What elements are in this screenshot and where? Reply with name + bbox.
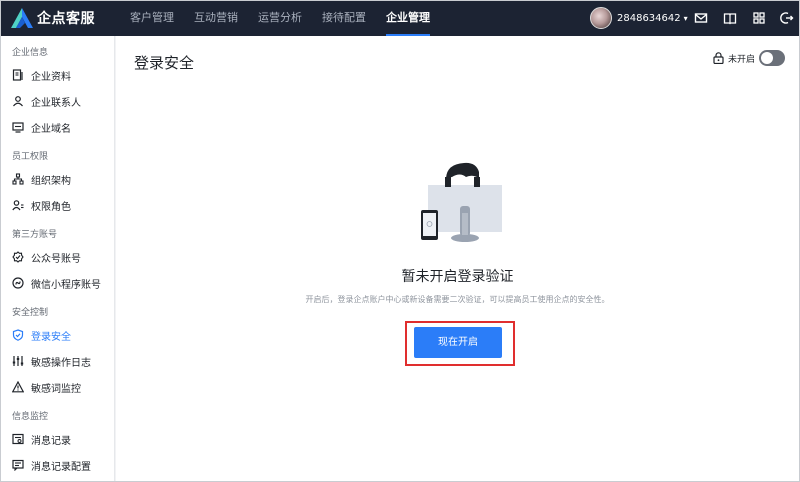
- user-account: 2848634642: [617, 12, 681, 24]
- sidebar-group-title: 员工权限: [12, 152, 49, 162]
- login-verify-toggle[interactable]: [759, 50, 785, 66]
- profile-card-icon: [12, 69, 23, 81]
- page-title: 登录安全: [134, 54, 195, 72]
- sidebar-item-message-config[interactable]: 消息记录配置: [1, 452, 114, 478]
- sidebar-item-label: 组织架构: [31, 175, 71, 187]
- sidebar-item-label: 敏感操作日志: [31, 357, 91, 369]
- sidebar-group-title: 信息监控: [12, 412, 49, 422]
- sliders-icon: [12, 356, 24, 366]
- sidebar-item-label: 微信小程序账号: [31, 279, 101, 291]
- enable-now-button[interactable]: 现在开启: [414, 327, 502, 358]
- sidebar-item-label: 敏感词监控: [31, 383, 81, 395]
- nav-operation-analysis[interactable]: 运营分析: [248, 0, 312, 36]
- main-nav: 客户管理 互动营销 运营分析 接待配置 企业管理: [120, 0, 440, 36]
- avatar[interactable]: [590, 7, 612, 29]
- mail-icon[interactable]: [694, 11, 708, 25]
- sidebar-group-title: 企业信息: [12, 48, 49, 58]
- sidebar-item-official-account[interactable]: 公众号账号: [1, 244, 114, 270]
- nav-enterprise-management[interactable]: 企业管理: [376, 0, 440, 36]
- sidebar-item-sensitive-words[interactable]: 敏感词监控: [1, 374, 114, 400]
- official-account-icon: [12, 251, 24, 263]
- nav-reception-config[interactable]: 接待配置: [312, 0, 376, 36]
- app-name: 企点客服: [37, 11, 95, 27]
- org-chart-icon: [12, 173, 24, 185]
- top-bar: 企点客服 客户管理 互动营销 运营分析 接待配置 企业管理 2848634642…: [0, 0, 800, 36]
- sidebar-item-enterprise-contact[interactable]: 企业联系人: [1, 88, 114, 114]
- empty-state-description: 开启后，登录企点账户中心或新设备需要二次验证，可以提高员工使用企点的安全性。: [305, 295, 610, 304]
- sidebar-item-sensitive-log[interactable]: 敏感操作日志: [1, 348, 114, 374]
- sidebar-item-label: 消息记录: [31, 435, 71, 447]
- user-menu[interactable]: 2848634642 ▾: [590, 0, 688, 36]
- nav-interactive-marketing[interactable]: 互动营销: [184, 0, 248, 36]
- sidebar-item-message-record[interactable]: 消息记录: [1, 426, 114, 452]
- sidebar-item-label: 消息记录配置: [31, 461, 91, 473]
- nav-customer-management[interactable]: 客户管理: [120, 0, 184, 36]
- sidebar-item-label: 公众号账号: [31, 253, 81, 265]
- grid-icon[interactable]: [752, 11, 766, 25]
- contact-person-icon: [13, 96, 23, 107]
- warning-triangle-icon: [12, 381, 24, 393]
- book-icon[interactable]: [723, 11, 737, 25]
- sidebar-item-permission-roles[interactable]: 权限角色: [1, 192, 114, 218]
- mini-program-icon: [12, 277, 24, 289]
- lock-icon: [713, 52, 724, 64]
- chevron-down-icon: ▾: [683, 13, 688, 23]
- sidebar-item-org-structure[interactable]: 组织架构: [1, 166, 114, 192]
- sidebar: 企业信息 企业资料 企业联系人 企业域名 员工权限 组织架构 权限角色 第三方账…: [1, 36, 115, 482]
- message-record-icon: [12, 433, 24, 445]
- sidebar-group-title: 安全控制: [12, 308, 49, 318]
- domain-monitor-icon: [12, 122, 24, 133]
- toggle-knob: [761, 52, 773, 64]
- toggle-status-label: 未开启: [727, 54, 755, 65]
- shield-check-icon: [12, 329, 24, 341]
- login-verify-toggle-group: 未开启: [713, 50, 785, 66]
- sidebar-item-enterprise-domain[interactable]: 企业域名: [1, 114, 114, 140]
- sidebar-item-label: 企业域名: [31, 123, 71, 135]
- sidebar-item-enterprise-profile[interactable]: 企业资料: [1, 62, 114, 88]
- app-logo[interactable]: 企点客服: [0, 8, 120, 28]
- role-permission-icon: [12, 200, 24, 211]
- sidebar-item-mini-program[interactable]: 微信小程序账号: [1, 270, 114, 296]
- sidebar-item-label: 权限角色: [31, 201, 71, 213]
- sidebar-item-login-security[interactable]: 登录安全: [1, 322, 114, 348]
- sidebar-item-label: 企业资料: [31, 71, 71, 83]
- logout-icon[interactable]: [780, 11, 794, 25]
- logo-icon: [11, 8, 33, 28]
- main-panel: 登录安全 未开启 暂未开启登录验证 开启后，登录企点账户中心或新设备需要二次验证…: [116, 36, 799, 482]
- sidebar-group-title: 第三方账号: [12, 230, 58, 240]
- message-config-icon: [12, 459, 24, 471]
- security-device-illustration: [421, 162, 502, 242]
- sidebar-item-label: 登录安全: [31, 331, 71, 343]
- sidebar-item-label: 企业联系人: [31, 97, 81, 109]
- empty-state-title: 暂未开启登录验证: [401, 269, 514, 285]
